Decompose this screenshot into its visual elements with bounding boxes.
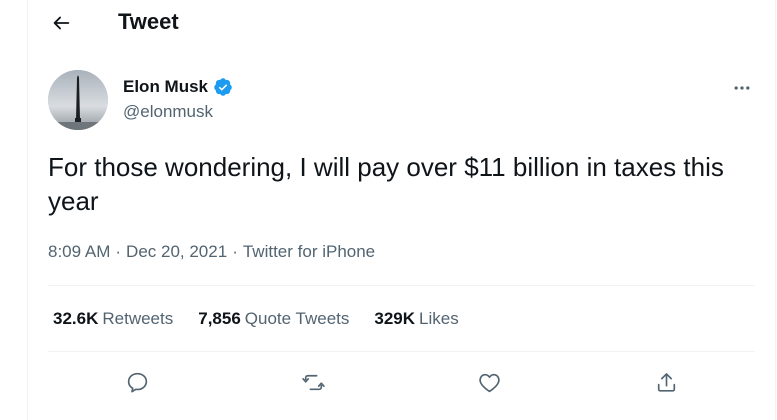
reply-icon — [125, 370, 150, 395]
likes-count: 329K — [374, 309, 416, 328]
divider-bottom — [48, 351, 755, 352]
author-name[interactable]: Elon Musk — [123, 76, 208, 98]
reply-button[interactable] — [121, 366, 153, 398]
back-button[interactable] — [44, 6, 78, 40]
retweets-label: Retweets — [102, 309, 174, 328]
quote-tweets-label: Quote Tweets — [244, 309, 350, 328]
tweet-text: For those wondering, I will pay over $11… — [48, 152, 724, 216]
quote-tweets-stat[interactable]: 7,856 Quote Tweets — [198, 308, 349, 330]
page-title: Tweet — [118, 9, 179, 34]
retweet-icon — [301, 370, 326, 395]
column-right-border — [775, 0, 776, 420]
meta-separator: · — [115, 242, 122, 261]
tweet-time[interactable]: 8:09 AM — [48, 242, 110, 261]
avatar[interactable] — [48, 70, 108, 130]
tweet-source[interactable]: Twitter for iPhone — [243, 242, 375, 261]
likes-stat[interactable]: 329K Likes — [374, 308, 458, 330]
likes-label: Likes — [419, 309, 459, 328]
retweet-button[interactable] — [297, 366, 329, 398]
verified-badge-icon — [213, 77, 233, 97]
share-icon — [654, 370, 679, 395]
header: Tweet — [28, 0, 775, 46]
author-name-row[interactable]: Elon Musk — [123, 76, 233, 98]
column-left-border — [27, 0, 28, 420]
tweet-stats: 32.6K Retweets 7,856 Quote Tweets 329K Like… — [53, 308, 459, 330]
retweets-stat[interactable]: 32.6K Retweets — [53, 308, 173, 330]
tweet-meta: 8:09 AM · Dec 20, 2021 · Twitter for iPhone — [48, 241, 375, 263]
meta-separator: · — [232, 242, 238, 261]
tweet-date[interactable]: Dec 20, 2021 — [126, 242, 227, 261]
author-handle[interactable]: @elonmusk — [123, 101, 213, 123]
divider-top — [48, 285, 755, 286]
quote-tweets-count: 7,856 — [198, 309, 241, 328]
more-options-button[interactable] — [726, 72, 758, 104]
share-button[interactable] — [650, 366, 682, 398]
like-button[interactable] — [473, 366, 505, 398]
more-horizontal-icon — [732, 78, 752, 98]
like-icon — [477, 370, 502, 395]
retweets-count: 32.6K — [53, 309, 99, 328]
tweet-detail-view: Tweet Elon Musk @elonmusk For those wond… — [0, 0, 777, 420]
arrow-left-icon — [50, 12, 72, 34]
